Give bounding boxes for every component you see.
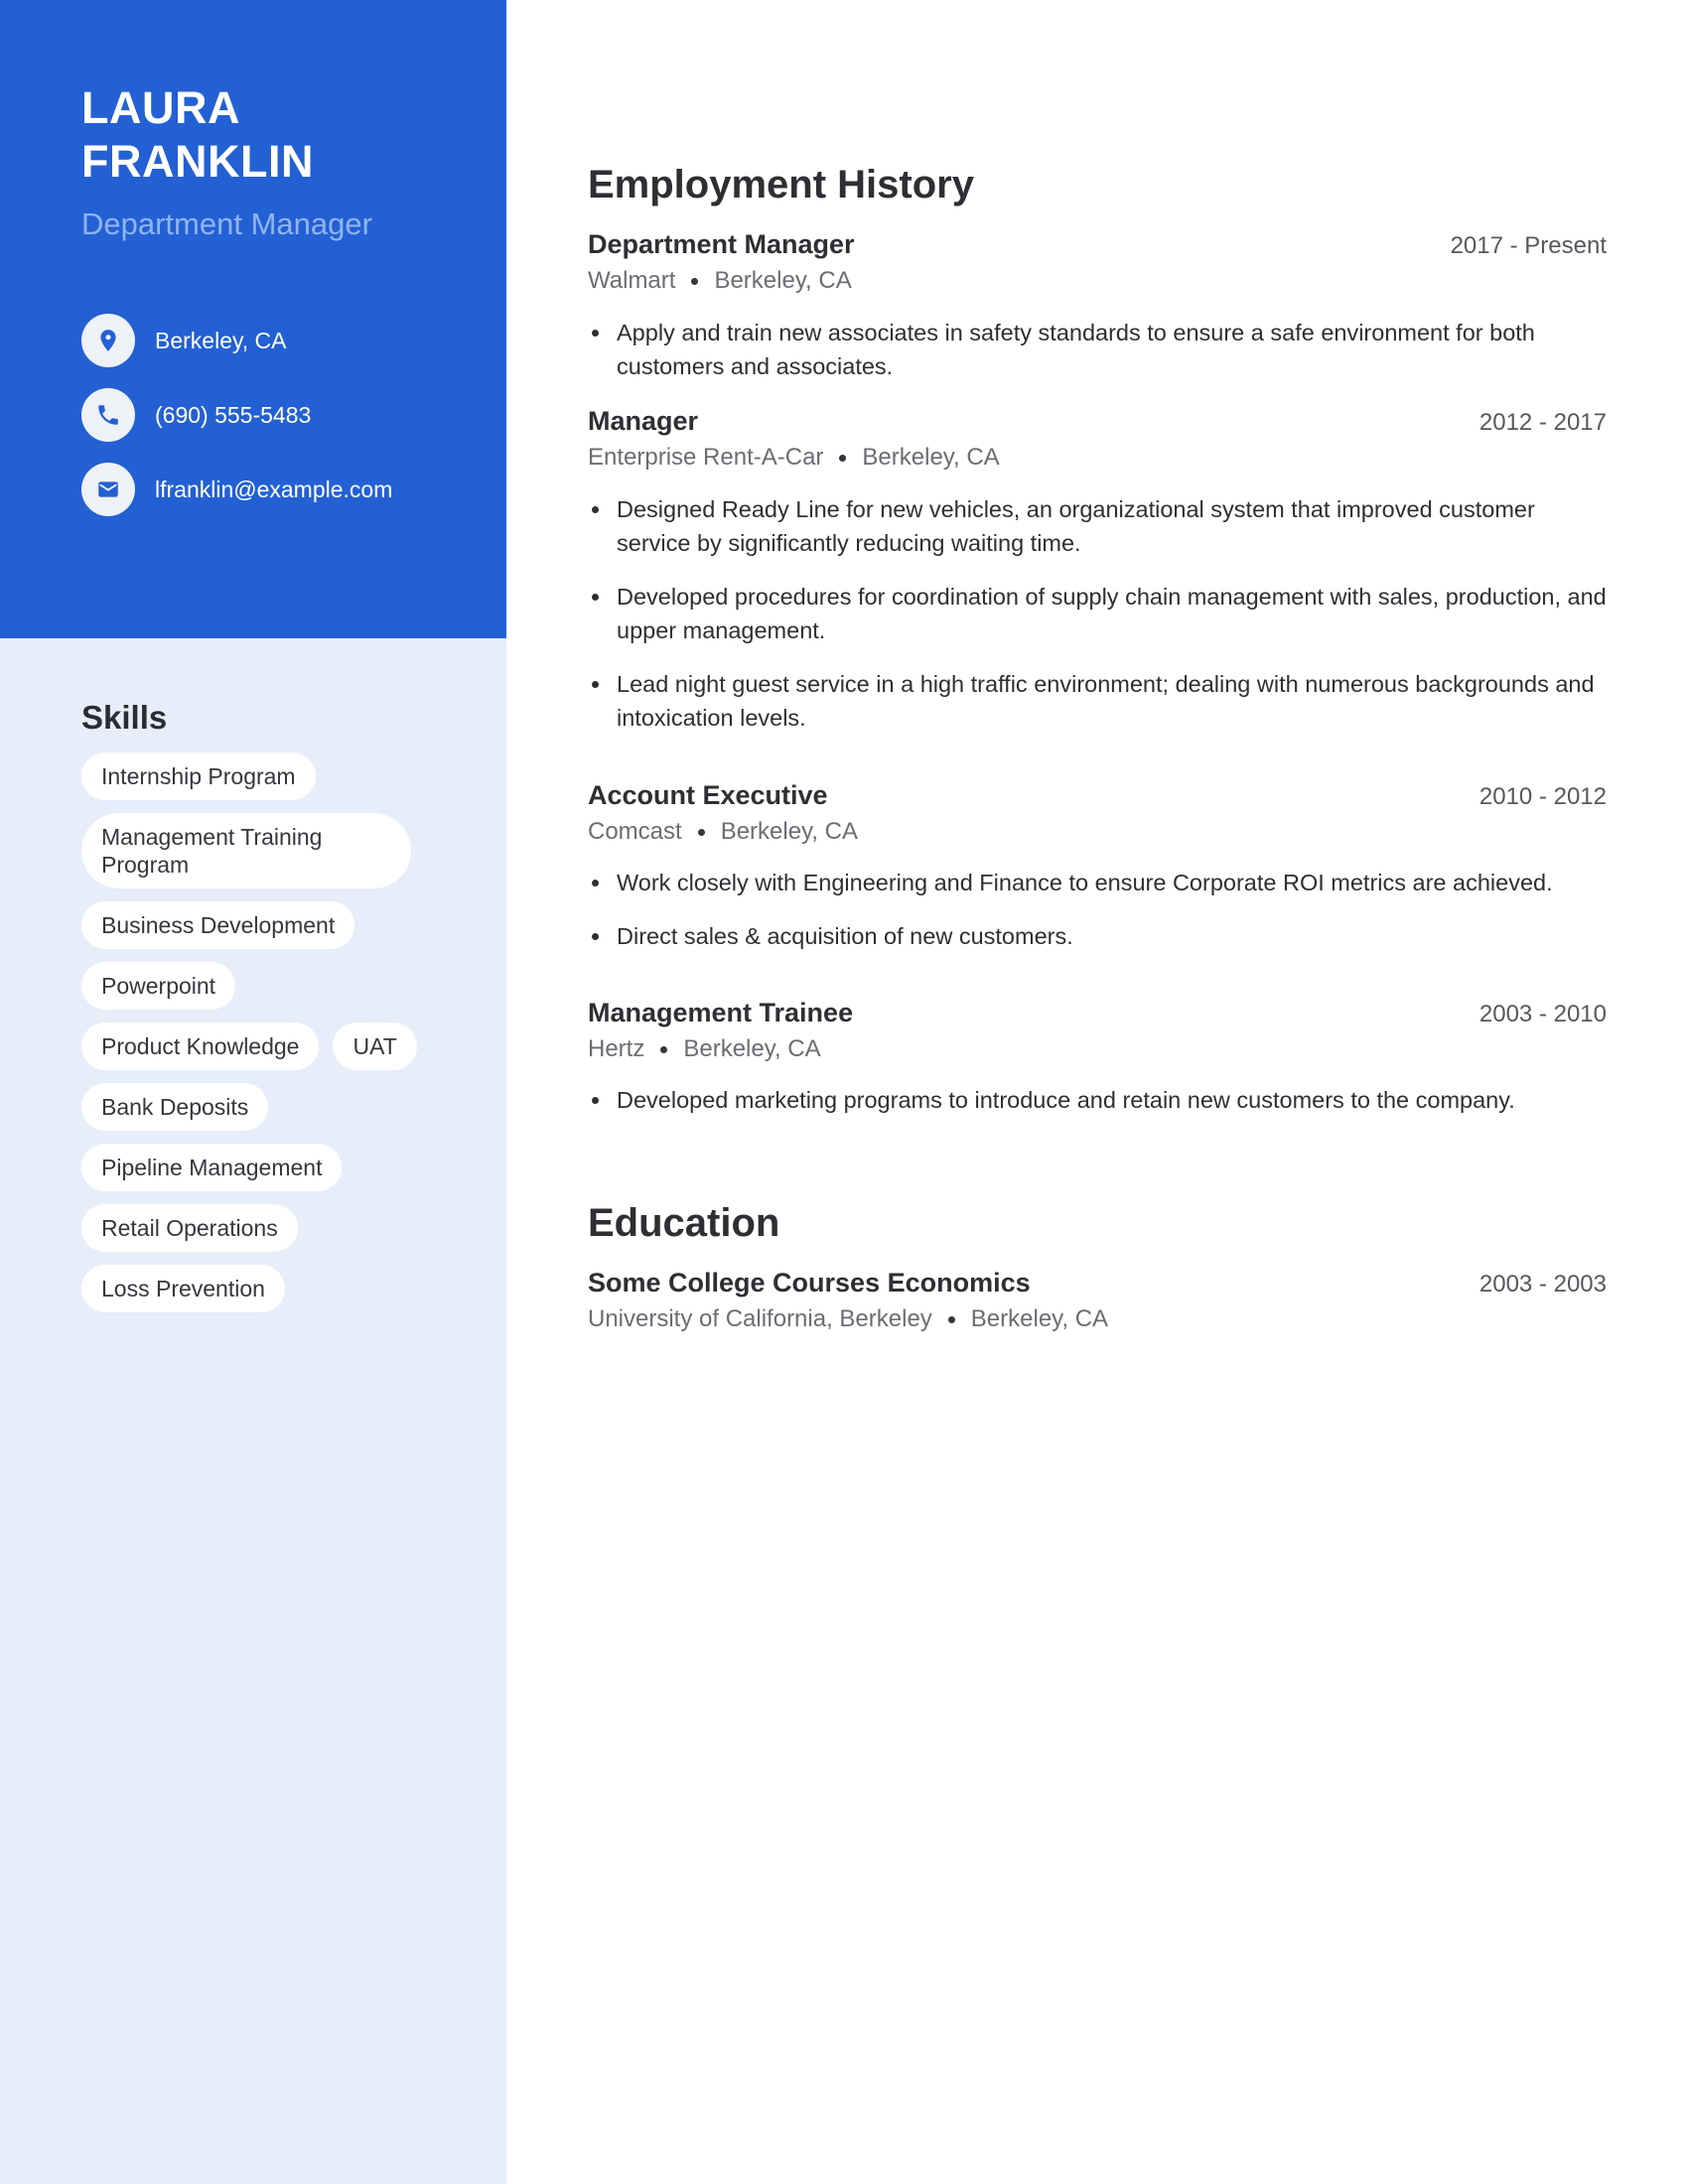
email-link[interactable]: lfranklin@example.com [155,477,392,503]
contact-email[interactable]: lfranklin@example.com [81,463,392,516]
bullet-item: Work closely with Engineering and Financ… [588,866,1607,899]
job-meta: Hertz Berkeley, CA [588,1033,821,1065]
education-heading: Education [588,1201,780,1245]
job-role: Department Manager [588,229,855,259]
education-dates: 2003 - 2003 [1478,1271,1607,1297]
email-icon [81,463,135,516]
skill-tag: Loss Prevention [81,1265,285,1312]
job-company: Enterprise Rent-A-Car [588,444,824,471]
job-dates: 2010 - 2012 [1478,783,1607,810]
sidebar-header: LAURA FRANKLIN Department Manager Berkel… [0,0,506,638]
separator-dot [660,1045,668,1053]
job-meta: Comcast Berkeley, CA [588,816,858,848]
separator-dot [839,454,847,462]
separator-dot [691,277,699,285]
education-meta: University of California, Berkeley Berke… [588,1303,1108,1335]
bullet-item: Lead night guest service in a high traff… [588,667,1607,735]
phone-icon [81,388,135,442]
job-location: Berkeley, CA [714,267,852,294]
skill-tag: Retail Operations [81,1204,298,1252]
phone-text[interactable]: (690) 555-5483 [155,402,311,429]
bullet-item: Apply and train new associates in safety… [588,316,1607,383]
first-name: LAURA [81,82,240,133]
job-bullets: Work closely with Engineering and Financ… [588,866,1607,973]
bullet-item: Direct sales & acquisition of new custom… [588,919,1607,953]
skill-tag: Bank Deposits [81,1083,269,1131]
skills-heading: Skills [81,699,168,736]
job-meta: Walmart Berkeley, CA [588,265,852,297]
employment-heading: Employment History [588,163,974,206]
job-dates: 2017 - Present [1450,232,1607,259]
job-role: Management Trainee [588,998,854,1027]
job-meta: Enterprise Rent-A-Car Berkeley, CA [588,442,1000,474]
job-dates: 2012 - 2017 [1478,409,1607,436]
location-text: Berkeley, CA [155,327,287,353]
skill-tag: Business Development [81,901,355,949]
degree: Some College Courses Economics [588,1268,1031,1297]
skills-list: Internship Program Management Training P… [81,752,439,1312]
job-bullets: Designed Ready Line for new vehicles, an… [588,492,1607,754]
skill-tag: Powerpoint [81,962,236,1010]
job-dates: 2003 - 2010 [1478,1001,1607,1027]
job-location: Berkeley, CA [683,1035,821,1062]
job-bullets: Apply and train new associates in safety… [588,316,1607,403]
skill-tag: UAT [333,1023,417,1070]
sidebar: LAURA FRANKLIN Department Manager Berkel… [0,0,506,2184]
location-pin-icon [81,314,135,367]
skill-tag: Internship Program [81,752,316,800]
contact-location: Berkeley, CA [81,314,287,367]
bullet-item: Designed Ready Line for new vehicles, an… [588,492,1607,560]
school: University of California, Berkeley [588,1305,932,1332]
candidate-title: Department Manager [81,206,372,241]
contact-phone[interactable]: (690) 555-5483 [81,388,311,442]
job-location: Berkeley, CA [720,818,858,845]
candidate-name: LAURA FRANKLIN [81,81,314,189]
job-role: Manager [588,406,699,436]
skill-tag: Pipeline Management [81,1144,343,1191]
job-bullets: Developed marketing programs to introduc… [588,1083,1607,1137]
last-name: FRANKLIN [81,136,314,187]
job-company: Comcast [588,818,682,845]
bullet-item: Developed marketing programs to introduc… [588,1083,1607,1117]
job-role: Account Executive [588,780,828,810]
job-company: Hertz [588,1035,645,1062]
separator-dot [947,1315,955,1323]
education-location: Berkeley, CA [970,1305,1109,1332]
job-company: Walmart [588,267,676,294]
skill-tag: Product Knowledge [81,1023,320,1070]
skill-tag: Management Training Program [81,813,411,888]
bullet-item: Developed procedures for coordination of… [588,580,1607,647]
separator-dot [697,828,705,836]
job-location: Berkeley, CA [862,444,1000,471]
